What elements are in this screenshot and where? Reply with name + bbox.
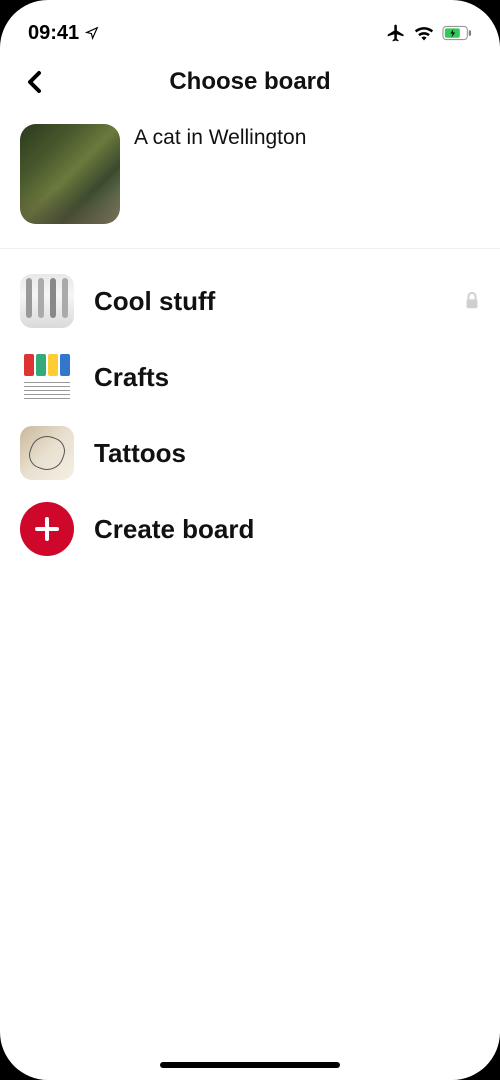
board-name: Tattoos <box>94 438 480 469</box>
status-time: 09:41 <box>28 22 79 45</box>
board-thumbnail <box>20 350 74 404</box>
board-thumbnail <box>20 426 74 480</box>
create-board-label: Create board <box>94 514 254 545</box>
battery-charging-icon <box>442 25 472 41</box>
page-header: Choose board <box>0 50 500 106</box>
board-thumbnail <box>20 274 74 328</box>
page-title: Choose board <box>20 68 480 96</box>
board-row-crafts[interactable]: Crafts <box>20 339 480 415</box>
status-bar: 09:41 <box>0 0 500 50</box>
airplane-mode-icon <box>386 23 406 43</box>
boards-list: Cool stuff Crafts Tattoos Create board <box>0 249 500 567</box>
home-indicator[interactable] <box>160 1062 340 1068</box>
board-name: Cool stuff <box>94 286 444 317</box>
pin-title: A cat in Wellington <box>134 124 306 150</box>
pin-thumbnail <box>20 124 120 224</box>
lock-icon <box>464 292 480 310</box>
create-board-button[interactable]: Create board <box>20 491 480 567</box>
add-circle-icon <box>20 502 74 556</box>
board-name: Crafts <box>94 362 480 393</box>
plus-icon <box>34 516 60 542</box>
wifi-icon <box>414 25 434 41</box>
board-row-tattoos[interactable]: Tattoos <box>20 415 480 491</box>
chevron-left-icon <box>26 70 42 94</box>
board-row-cool-stuff[interactable]: Cool stuff <box>20 263 480 339</box>
pin-preview: A cat in Wellington <box>0 106 500 249</box>
location-arrow-icon <box>85 26 99 40</box>
back-button[interactable] <box>20 68 48 96</box>
